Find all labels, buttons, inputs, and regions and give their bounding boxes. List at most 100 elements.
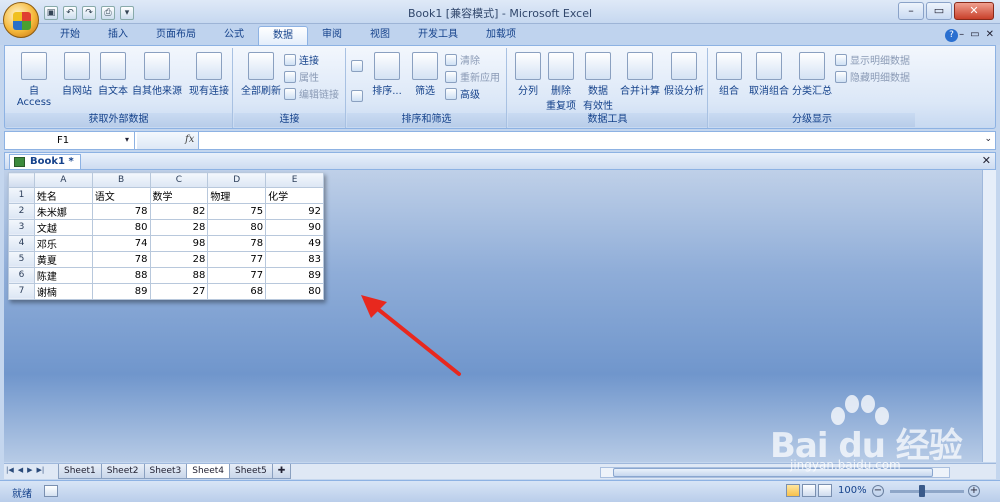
- insert-sheet-icon[interactable]: ✚: [271, 464, 292, 479]
- filter-button[interactable]: 筛选: [409, 52, 441, 97]
- zoom-slider[interactable]: [890, 490, 964, 493]
- office-button[interactable]: [3, 2, 39, 38]
- cell[interactable]: 88: [149, 266, 209, 284]
- cell[interactable]: 27: [149, 282, 209, 300]
- reapply-button[interactable]: 重新应用: [445, 69, 500, 84]
- show-detail-button[interactable]: 显示明细数据: [835, 52, 910, 67]
- row-header[interactable]: 5: [8, 250, 35, 268]
- tab-review[interactable]: 审阅: [308, 26, 356, 45]
- row-header[interactable]: 7: [8, 282, 35, 300]
- insert-function-icon[interactable]: fx: [185, 134, 194, 145]
- next-sheet-icon[interactable]: ▶: [27, 466, 32, 474]
- tab-data[interactable]: 数据: [258, 26, 308, 45]
- page-layout-view-icon[interactable]: [802, 484, 816, 497]
- group-button[interactable]: 组合: [713, 52, 745, 97]
- cell[interactable]: 78: [91, 202, 151, 220]
- text-to-columns-button[interactable]: 分列: [512, 52, 544, 97]
- cell[interactable]: 姓名: [33, 186, 93, 204]
- macro-record-icon[interactable]: [44, 485, 58, 497]
- properties-button[interactable]: 属性: [284, 69, 319, 84]
- column-header[interactable]: D: [207, 172, 267, 188]
- tab-view[interactable]: 视图: [356, 26, 404, 45]
- edit-links-button[interactable]: 编辑链接: [284, 86, 339, 101]
- page-break-view-icon[interactable]: [818, 484, 832, 497]
- prev-sheet-icon[interactable]: ◀: [18, 466, 23, 474]
- vertical-scrollbar[interactable]: [982, 170, 996, 462]
- cell[interactable]: 78: [91, 250, 151, 268]
- name-box-dropdown-icon[interactable]: ▾: [125, 135, 129, 144]
- cell[interactable]: 68: [207, 282, 267, 300]
- cell[interactable]: 89: [91, 282, 151, 300]
- close-button[interactable]: ✕: [954, 2, 994, 20]
- cell[interactable]: 黄夏: [33, 250, 93, 268]
- expand-formula-bar-icon[interactable]: ⌄: [984, 134, 992, 144]
- ungroup-button[interactable]: 取消组合: [747, 52, 791, 97]
- sort-asc-button[interactable]: [351, 58, 363, 73]
- zoom-slider-thumb[interactable]: [919, 485, 925, 497]
- cell[interactable]: 80: [265, 282, 324, 300]
- sheet-tab[interactable]: Sheet2: [100, 464, 145, 479]
- tab-insert[interactable]: 插入: [94, 26, 142, 45]
- tab-addins[interactable]: 加载项: [472, 26, 530, 45]
- sort-button[interactable]: 排序...: [369, 52, 405, 97]
- from-other-sources-button[interactable]: 自其他来源: [131, 52, 183, 97]
- cell[interactable]: 92: [265, 202, 324, 220]
- cell[interactable]: 谢楠: [33, 282, 93, 300]
- refresh-all-button[interactable]: 全部刷新: [238, 52, 284, 97]
- normal-view-icon[interactable]: [786, 484, 800, 497]
- cell[interactable]: 物理: [207, 186, 267, 204]
- ribbon-close-icon[interactable]: ✕: [986, 29, 994, 40]
- clear-button[interactable]: 清除: [445, 52, 480, 67]
- cell[interactable]: 78: [207, 234, 267, 252]
- ribbon-minimize-icon[interactable]: –: [959, 29, 964, 40]
- column-header[interactable]: C: [149, 172, 209, 188]
- cell[interactable]: 语文: [91, 186, 151, 204]
- formula-input[interactable]: [201, 132, 983, 149]
- zoom-in-icon[interactable]: +: [968, 485, 980, 497]
- tab-page-layout[interactable]: 页面布局: [142, 26, 210, 45]
- select-all-corner[interactable]: [8, 172, 35, 188]
- subtotal-button[interactable]: 分类汇总: [791, 52, 833, 97]
- cell[interactable]: 83: [265, 250, 324, 268]
- last-sheet-icon[interactable]: ▶|: [37, 466, 45, 474]
- from-web-button[interactable]: 自网站: [59, 52, 95, 97]
- cell[interactable]: 28: [149, 218, 209, 236]
- maximize-button[interactable]: ▭: [926, 2, 952, 20]
- name-box[interactable]: F1: [5, 132, 135, 149]
- row-header[interactable]: 4: [8, 234, 35, 252]
- cell[interactable]: 49: [265, 234, 324, 252]
- cell[interactable]: 80: [207, 218, 267, 236]
- tab-developer[interactable]: 开发工具: [404, 26, 472, 45]
- from-access-button[interactable]: 自 Access: [11, 52, 57, 108]
- consolidate-button[interactable]: 合并计算: [618, 52, 662, 97]
- cell[interactable]: 88: [91, 266, 151, 284]
- cell[interactable]: 陈建: [33, 266, 93, 284]
- cell[interactable]: 数学: [149, 186, 209, 204]
- row-header[interactable]: 6: [8, 266, 35, 284]
- cell[interactable]: 文越: [33, 218, 93, 236]
- data-validation-button[interactable]: 数据 有效性: [580, 52, 616, 112]
- what-if-analysis-button[interactable]: 假设分析: [662, 52, 706, 97]
- existing-connections-button[interactable]: 现有连接: [187, 52, 231, 97]
- cell[interactable]: 82: [149, 202, 209, 220]
- column-header[interactable]: B: [91, 172, 151, 188]
- sheet-tab[interactable]: Sheet1: [58, 464, 102, 479]
- row-header[interactable]: 3: [8, 218, 35, 236]
- cell[interactable]: 80: [91, 218, 151, 236]
- cell[interactable]: 89: [265, 266, 324, 284]
- first-sheet-icon[interactable]: |◀: [6, 466, 14, 474]
- zoom-level[interactable]: 100%: [838, 485, 867, 496]
- workbook-tab[interactable]: Book1 *: [9, 154, 81, 170]
- cell[interactable]: 75: [207, 202, 267, 220]
- workbook-close-icon[interactable]: ✕: [982, 154, 991, 167]
- cell[interactable]: 77: [207, 266, 267, 284]
- ribbon-restore-icon[interactable]: ▭: [970, 29, 979, 40]
- cell[interactable]: 98: [149, 234, 209, 252]
- tab-formulas[interactable]: 公式: [210, 26, 258, 45]
- minimize-button[interactable]: –: [898, 2, 924, 20]
- row-header[interactable]: 2: [8, 202, 35, 220]
- sheet-tab-active[interactable]: Sheet4: [186, 464, 230, 479]
- sheet-tab[interactable]: Sheet3: [143, 464, 188, 479]
- hide-detail-button[interactable]: 隐藏明细数据: [835, 69, 910, 84]
- cell[interactable]: 28: [149, 250, 209, 268]
